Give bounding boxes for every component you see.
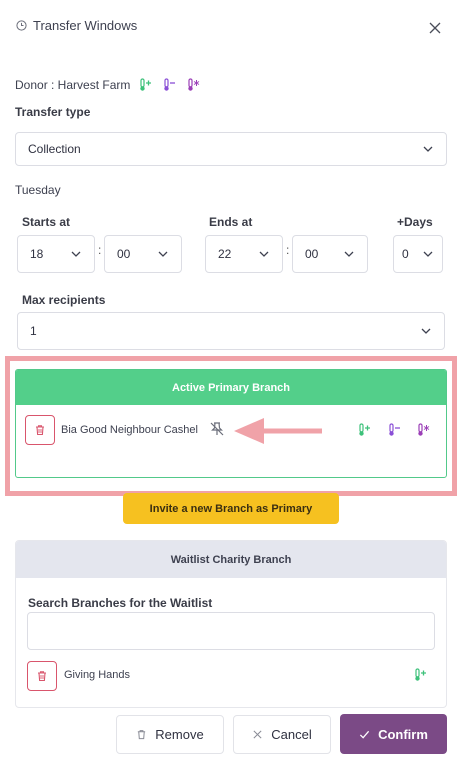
dialog-title: Transfer Windows [16, 18, 137, 33]
thermometer-minus-icon [389, 423, 400, 436]
max-recipients-value: 1 [30, 324, 37, 338]
donor-label: Donor : Harvest Farm [15, 78, 131, 92]
start-hour-select[interactable]: 18 [17, 235, 95, 273]
cancel-button-label: Cancel [271, 727, 312, 742]
end-hour-value: 22 [218, 247, 232, 261]
waitlist-search-input[interactable] [27, 612, 435, 650]
transfer-type-select[interactable]: Collection [15, 132, 447, 166]
thermometer-plus-icon [140, 78, 152, 91]
start-hour-value: 18 [30, 247, 44, 261]
trash-icon [36, 425, 44, 436]
start-minute-value: 00 [117, 247, 131, 261]
plus-days-select[interactable]: 0 [393, 235, 443, 273]
close-icon [253, 730, 262, 739]
chevron-down-icon [259, 251, 269, 257]
invite-primary-button[interactable]: Invite a new Branch as Primary [123, 493, 339, 524]
confirm-button[interactable]: Confirm [340, 714, 447, 754]
close-icon[interactable] [427, 20, 443, 36]
remove-waitlist-button[interactable] [27, 661, 57, 691]
chevron-down-icon [423, 146, 433, 152]
clock-icon [16, 20, 27, 31]
remove-primary-button[interactable] [25, 415, 55, 445]
check-icon [359, 730, 370, 739]
thermometer-snow-icon [188, 78, 200, 91]
day-label: Tuesday [15, 183, 61, 197]
thermometer-minus-icon [164, 78, 176, 91]
confirm-button-label: Confirm [378, 726, 428, 742]
primary-branch-name: Bia Good Neighbour Cashel [61, 424, 198, 436]
chevron-down-icon [344, 251, 354, 257]
ends-at-label: Ends at [209, 215, 253, 229]
thermometer-plus-icon [415, 668, 426, 681]
starts-at-label: Starts at [22, 215, 71, 229]
primary-branch-header: Active Primary Branch [16, 370, 446, 405]
transfer-type-label: Transfer type [15, 105, 91, 119]
start-minute-select[interactable]: 00 [104, 235, 182, 273]
left-arrow-annotation [234, 418, 322, 444]
time-separator: : [286, 243, 290, 257]
chevron-down-icon [423, 251, 433, 257]
cancel-button[interactable]: Cancel [233, 715, 331, 754]
remove-button-label: Remove [155, 727, 204, 742]
transfer-type-value: Collection [28, 142, 81, 156]
end-hour-select[interactable]: 22 [205, 235, 283, 273]
dialog-title-text: Transfer Windows [33, 18, 138, 33]
plus-days-value: 0 [402, 247, 409, 261]
chevron-down-icon [158, 251, 168, 257]
chevron-down-icon [71, 251, 81, 257]
trash-icon [138, 730, 146, 740]
unpin-icon[interactable] [209, 421, 225, 437]
thermometer-plus-icon [359, 423, 370, 436]
donor-row: Donor : Harvest Farm [15, 78, 200, 92]
max-recipients-label: Max recipients [22, 293, 106, 307]
end-minute-select[interactable]: 00 [292, 235, 368, 273]
waitlist-search-label: Search Branches for the Waitlist [28, 596, 213, 610]
thermometer-snow-icon [418, 423, 430, 436]
time-separator: : [98, 243, 102, 257]
trash-icon [38, 671, 46, 682]
chevron-down-icon [421, 328, 431, 334]
max-recipients-select[interactable]: 1 [17, 312, 445, 350]
waitlist-header: Waitlist Charity Branch [16, 541, 446, 578]
waitlist-branch-name: Giving Hands [64, 669, 131, 681]
plus-days-label: +Days [397, 215, 433, 229]
remove-button[interactable]: Remove [116, 715, 224, 754]
end-minute-value: 00 [305, 247, 319, 261]
